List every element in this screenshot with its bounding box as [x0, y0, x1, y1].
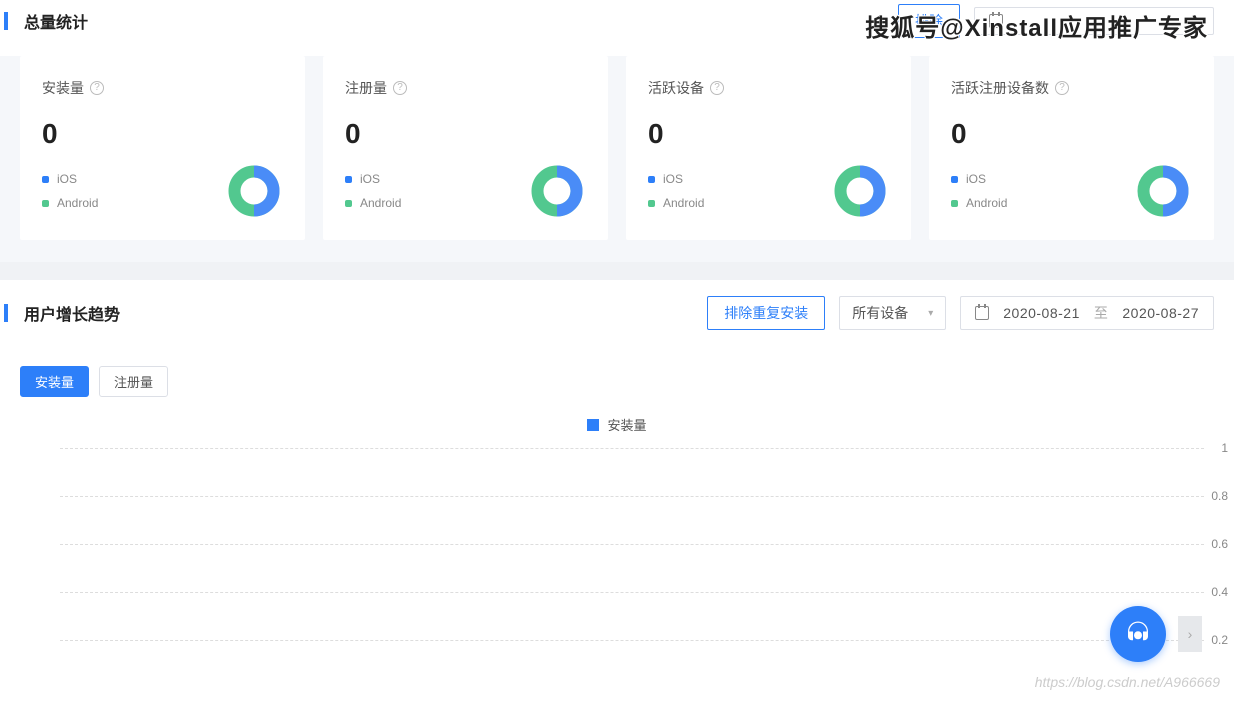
tab-install[interactable]: 安装量: [20, 366, 89, 397]
card-value: 0: [345, 118, 586, 150]
side-scroll-right[interactable]: ›: [1178, 616, 1202, 652]
donut-chart: [833, 164, 887, 218]
chevron-down-icon: ▾: [928, 308, 933, 319]
card-value: 0: [42, 118, 283, 150]
y-axis-tick: 0.4: [1211, 585, 1228, 599]
grid-line: [60, 640, 1204, 641]
card-title: 活跃注册设备数 ?: [951, 78, 1192, 98]
stat-card: 活跃设备 ? 0 iOS Android: [626, 56, 911, 240]
stats-date-range[interactable]: [974, 7, 1214, 35]
section-accent-bar: [4, 12, 8, 30]
calendar-icon: [989, 14, 1003, 28]
date-start: 2020-08-21: [1003, 305, 1080, 321]
grid-line: [60, 544, 1204, 545]
grid-line: [60, 496, 1204, 497]
stat-card: 活跃注册设备数 ? 0 iOS Android: [929, 56, 1214, 240]
stat-card: 安装量 ? 0 iOS Android: [20, 56, 305, 240]
help-icon[interactable]: ?: [1055, 81, 1069, 95]
y-axis-tick: 0.8: [1211, 489, 1228, 503]
y-axis-tick: 1: [1221, 441, 1228, 455]
chart-legend-label: 安装量: [607, 415, 646, 434]
stat-card: 注册量 ? 0 iOS Android: [323, 56, 608, 240]
chart-tabs: 安装量注册量: [0, 346, 1234, 407]
legend-dot: [648, 200, 655, 207]
legend-dot: [648, 176, 655, 183]
trend-header: 用户增长趋势 排除重复安装 所有设备 ▾ 2020-08-21 至 2020-0…: [0, 280, 1234, 346]
legend-dot: [42, 200, 49, 207]
card-value: 0: [951, 118, 1192, 150]
device-select-label: 所有设备: [852, 303, 908, 323]
donut-chart: [227, 164, 281, 218]
support-chat-button[interactable]: [1110, 606, 1166, 662]
stats-exclude-button[interactable]: 排除: [898, 4, 960, 38]
stats-title: 总量统计: [24, 9, 88, 33]
card-title: 注册量 ?: [345, 78, 586, 98]
legend-dot: [42, 176, 49, 183]
calendar-icon: [975, 306, 989, 320]
trend-exclude-button[interactable]: 排除重复安装: [707, 296, 825, 330]
date-end: 2020-08-27: [1122, 305, 1199, 321]
donut-chart: [530, 164, 584, 218]
chart-legend: 安装量: [0, 407, 1234, 438]
help-icon[interactable]: ?: [710, 81, 724, 95]
grid-line: [60, 448, 1204, 449]
trend-title: 用户增长趋势: [24, 301, 120, 325]
legend-dot: [345, 200, 352, 207]
trend-date-range[interactable]: 2020-08-21 至 2020-08-27: [960, 296, 1214, 330]
grid-line: [60, 592, 1204, 593]
help-icon[interactable]: ?: [90, 81, 104, 95]
date-separator: 至: [1094, 303, 1109, 323]
device-select[interactable]: 所有设备 ▾: [839, 296, 946, 330]
card-title: 活跃设备 ?: [648, 78, 889, 98]
donut-chart: [1136, 164, 1190, 218]
legend-dot: [951, 176, 958, 183]
tab-register[interactable]: 注册量: [99, 366, 168, 397]
legend-color-swatch: [587, 419, 599, 431]
card-value: 0: [648, 118, 889, 150]
y-axis-tick: 0.2: [1211, 633, 1228, 647]
legend-dot: [345, 176, 352, 183]
legend-dot: [951, 200, 958, 207]
headset-icon: [1123, 619, 1153, 649]
help-icon[interactable]: ?: [393, 81, 407, 95]
chart-area: 1 0.8 0.6 0.4 0.2: [0, 438, 1234, 698]
y-axis-tick: 0.6: [1211, 537, 1228, 551]
section-divider: [0, 262, 1234, 280]
stats-header: 总量统计 排除: [0, 0, 1234, 56]
card-title: 安装量 ?: [42, 78, 283, 98]
section-accent-bar: [4, 304, 8, 322]
